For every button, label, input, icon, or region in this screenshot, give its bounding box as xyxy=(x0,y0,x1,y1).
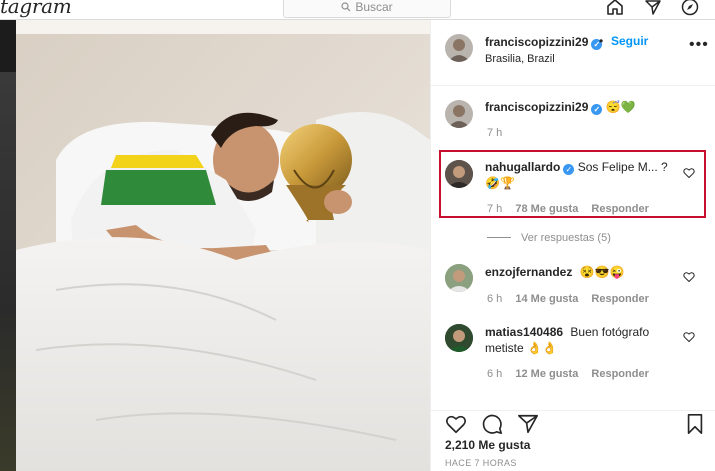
comment-likes[interactable]: 14 Me gusta xyxy=(515,293,578,305)
comment-body: nahugallardo ✓ Sos Felipe M... ? xyxy=(485,159,668,175)
search-icon xyxy=(341,2,351,12)
caption-time[interactable]: 7 h xyxy=(487,127,502,139)
reply-button[interactable]: Responder xyxy=(591,203,648,215)
caption-username-text[interactable]: franciscopizzini29 xyxy=(485,100,588,114)
post-photo-illustration xyxy=(16,20,430,471)
comment-icon[interactable] xyxy=(481,413,503,435)
comment-text-line2: metiste 👌👌 xyxy=(485,340,557,356)
instagram-logo[interactable]: tagram xyxy=(0,0,72,18)
verified-icon: ✓ xyxy=(591,104,603,115)
like-comment-icon[interactable] xyxy=(683,167,695,179)
search-input[interactable]: Buscar xyxy=(283,0,451,18)
caption-avatar[interactable] xyxy=(445,100,473,128)
comment-body: matias140486 Buen fotógrafo xyxy=(485,324,649,340)
view-replies-link[interactable]: Ver respuestas (5) xyxy=(487,232,611,244)
comment-text: Buen fotógrafo xyxy=(570,325,650,339)
post-photo[interactable] xyxy=(16,20,430,471)
comment-body: enzojfernandez 😵😎😜 xyxy=(485,264,625,280)
post-likes-count[interactable]: 2,210 Me gusta xyxy=(445,438,530,452)
comment-time[interactable]: 6 h xyxy=(487,293,502,305)
post-author-username[interactable]: franciscopizzini29 ✓ xyxy=(485,35,603,50)
comment-username[interactable]: enzojfernandez xyxy=(485,265,572,279)
top-nav: tagram Buscar xyxy=(0,0,715,20)
header-separator: • xyxy=(599,34,604,48)
comment-time[interactable]: 7 h xyxy=(487,203,502,215)
comments-panel: franciscopizzini29 ✓ • Seguir Brasilia, B… xyxy=(430,20,715,471)
location-link[interactable]: Brasilia, Brazil xyxy=(485,53,555,65)
compass-icon[interactable] xyxy=(679,0,701,18)
comment-avatar[interactable] xyxy=(445,160,473,188)
view-replies-text[interactable]: Ver respuestas (5) xyxy=(521,232,611,244)
home-icon[interactable] xyxy=(604,0,626,18)
direct-icon[interactable] xyxy=(642,0,664,18)
like-comment-icon[interactable] xyxy=(683,271,695,283)
share-icon[interactable] xyxy=(517,413,539,435)
heart-icon[interactable] xyxy=(445,413,467,435)
reply-button[interactable]: Responder xyxy=(591,368,648,380)
reply-button[interactable]: Responder xyxy=(591,293,648,305)
replies-divider xyxy=(487,237,511,238)
comment-time[interactable]: 6 h xyxy=(487,368,502,380)
comment-emoji: 👌👌 xyxy=(527,341,557,355)
comment-emoji: 🤣🏆 xyxy=(485,176,515,190)
comment-avatar[interactable] xyxy=(445,264,473,292)
search-placeholder: Buscar xyxy=(355,0,393,14)
post-actions: 2,210 Me gusta HACE 7 HORAS xyxy=(431,410,715,471)
post-timestamp[interactable]: HACE 7 HORAS xyxy=(445,458,517,468)
comment-username[interactable]: nahugallardo xyxy=(485,160,560,174)
follow-button[interactable]: Seguir xyxy=(611,34,648,48)
caption-emoji: 😴💚 xyxy=(605,100,636,114)
post-author-name[interactable]: franciscopizzini29 xyxy=(485,35,588,49)
comment-meta: 6 h 12 Me gusta Responder xyxy=(487,368,649,380)
post-header: franciscopizzini29 ✓ • Seguir Brasilia, B… xyxy=(431,20,715,86)
comment-meta: 7 h 78 Me gusta Responder xyxy=(487,203,649,215)
comment-meta: 6 h 14 Me gusta Responder xyxy=(487,293,649,305)
comment-text: Sos Felipe M... ? xyxy=(577,160,668,174)
comment-text-continued: metiste xyxy=(485,341,524,355)
comment-avatar[interactable] xyxy=(445,324,473,352)
more-options-icon[interactable]: ••• xyxy=(689,36,709,54)
bookmark-icon[interactable] xyxy=(685,413,705,435)
avatar[interactable] xyxy=(445,34,473,62)
verified-icon: ✓ xyxy=(563,164,575,175)
comment-likes[interactable]: 12 Me gusta xyxy=(515,368,578,380)
comment-likes[interactable]: 78 Me gusta xyxy=(515,203,578,215)
like-comment-icon[interactable] xyxy=(683,331,695,343)
comment-username[interactable]: matias140486 xyxy=(485,325,563,339)
caption-username[interactable]: franciscopizzini29 ✓ 😴💚 xyxy=(485,100,636,115)
comment-emoji: 😵😎😜 xyxy=(579,265,625,279)
background-post-thumbnail xyxy=(0,72,16,471)
